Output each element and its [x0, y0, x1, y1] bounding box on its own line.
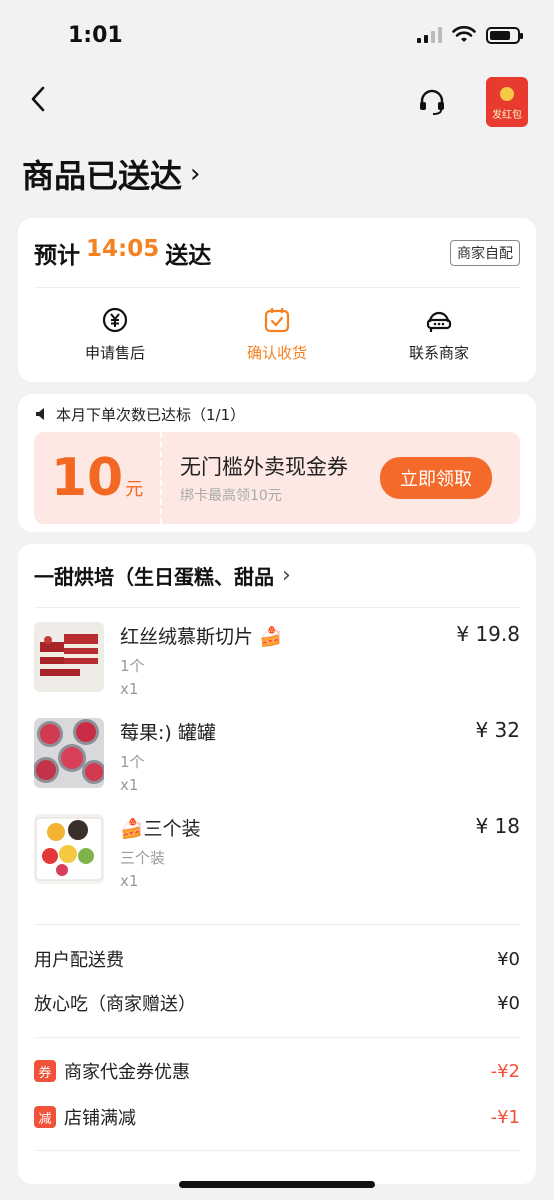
status-icons: [417, 26, 523, 44]
coupon-amount-block: 10 元: [34, 432, 162, 524]
delivery-type-tag: 商家自配: [450, 239, 520, 266]
item-name: 莓果:) 罐罐: [120, 722, 216, 744]
red-packet-button[interactable]: 发红包: [486, 77, 528, 127]
eta-suffix: 送达: [165, 242, 212, 269]
page-title-text: 商品已送达: [22, 157, 183, 195]
shop-name: 一甜烘培（生日蛋糕、甜品: [34, 565, 274, 589]
fee-label: 用户配送费: [34, 950, 124, 971]
reduction-badge-icon: 减: [34, 1106, 56, 1128]
calendar-check-icon: [263, 306, 291, 334]
contact-merchant-label: 联系商家: [408, 343, 469, 362]
eta-time: 14:05: [86, 235, 160, 262]
delivery-eta-row: 预计 14:05 送达 商家自配: [34, 218, 520, 288]
delivery-fee-row: 用户配送费 ¥0: [34, 937, 520, 981]
confirm-receipt-button[interactable]: 确认收货: [207, 306, 347, 363]
chevron-left-icon: [31, 86, 45, 112]
product-thumbnail: [34, 622, 104, 692]
coupon-subtitle: 绑卡最高领10元: [180, 488, 282, 504]
item-name: 🍰三个装: [120, 818, 201, 840]
fee-label: 放心吃（商家赠送）: [34, 994, 196, 1015]
battery-icon: [486, 26, 523, 44]
home-indicator: [179, 1181, 375, 1188]
order-card: 一甜烘培（生日蛋糕、甜品 › 红丝绒慕斯切片 🍰 1个 x1 ¥ 19.8 莓果…: [18, 544, 536, 1184]
item-info: 红丝绒慕斯切片 🍰 1个 x1: [120, 622, 456, 718]
page-title[interactable]: 商品已送达 ›: [0, 134, 554, 202]
red-packet-label: 发红包: [492, 110, 522, 121]
cash-coupon[interactable]: 10 元 无门槛外卖现金券 绑卡最高领10元 立即领取: [34, 432, 520, 524]
merchant-service-icon: [425, 306, 453, 334]
after-sales-button[interactable]: 申请售后: [45, 306, 185, 363]
status-bar: 1:01: [0, 0, 554, 70]
nav-bar: 发红包: [0, 70, 554, 134]
discount-rows: 券 商家代金券优惠 -¥2 减 店铺满减 -¥1: [34, 1038, 520, 1151]
promo-header: 本月下单次数已达标（1/1）: [34, 404, 520, 424]
coupon-unit: 元: [125, 479, 144, 500]
item-spec: 1个: [120, 753, 145, 771]
coupon-info-block: 无门槛外卖现金券 绑卡最高领10元 立即领取: [162, 432, 520, 524]
item-price: ¥ 19.8: [456, 622, 520, 646]
discount-value: -¥1: [490, 1106, 520, 1128]
item-qty: x1: [120, 872, 139, 890]
promo-header-text: 本月下单次数已达标（1/1）: [56, 405, 246, 424]
list-item[interactable]: 红丝绒慕斯切片 🍰 1个 x1 ¥ 19.8: [34, 622, 520, 718]
back-button[interactable]: [30, 86, 60, 118]
fee-value: ¥0: [497, 948, 520, 970]
contact-merchant-button[interactable]: 联系商家: [369, 306, 509, 363]
yen-refund-icon: [101, 306, 129, 334]
product-thumbnail: [34, 718, 104, 788]
speaker-icon: [36, 408, 44, 420]
status-time: 1:01: [68, 22, 123, 48]
insurance-row: 放心吃（商家赠送） ¥0: [34, 981, 520, 1025]
discount-label: 商家代金券优惠: [64, 1062, 190, 1083]
item-price: ¥ 32: [475, 718, 520, 742]
coupon-title: 无门槛外卖现金券: [180, 455, 348, 479]
item-list: 红丝绒慕斯切片 🍰 1个 x1 ¥ 19.8 莓果:) 罐罐 1个 x1 ¥ 3…: [34, 608, 520, 925]
order-actions: 申请售后 确认收货 联系商家: [34, 288, 520, 380]
product-thumbnail: [34, 814, 104, 884]
discount-label: 店铺满减: [64, 1108, 136, 1129]
coupon-amount: 10: [50, 448, 124, 508]
promo-card: 本月下单次数已达标（1/1） 10 元 无门槛外卖现金券 绑卡最高领10元 立即…: [18, 394, 536, 532]
fee-rows: 用户配送费 ¥0 放心吃（商家赠送） ¥0: [34, 925, 520, 1038]
fee-value: ¥0: [497, 992, 520, 1014]
discount-value: -¥2: [490, 1060, 520, 1082]
chevron-right-icon: ›: [190, 159, 201, 189]
coupon-text: 无门槛外卖现金券 绑卡最高领10元: [180, 451, 348, 505]
item-name: 红丝绒慕斯切片 🍰: [120, 626, 283, 648]
wifi-icon: [452, 26, 476, 42]
eta-text: 预计 14:05 送达: [34, 236, 211, 270]
item-spec: 三个装: [120, 849, 166, 867]
list-item[interactable]: 🍰三个装 三个装 x1 ¥ 18: [34, 814, 520, 910]
voucher-discount-row: 券 商家代金券优惠 -¥2: [34, 1048, 520, 1094]
voucher-badge-icon: 券: [34, 1060, 56, 1082]
signal-icon: [417, 27, 442, 43]
chevron-right-icon: ›: [282, 563, 291, 588]
item-info: 莓果:) 罐罐 1个 x1: [120, 718, 475, 814]
delivery-card: 预计 14:05 送达 商家自配 申请售后 确认收货 联系商家: [18, 218, 536, 382]
shop-reduction-row: 减 店铺满减 -¥1: [34, 1094, 520, 1140]
eta-prefix: 预计: [34, 242, 80, 269]
nav-right: 发红包: [418, 77, 528, 127]
item-spec: 1个: [120, 657, 145, 675]
discount-label-group: 券 商家代金券优惠: [34, 1058, 190, 1084]
shop-row[interactable]: 一甜烘培（生日蛋糕、甜品 ›: [34, 544, 520, 608]
item-qty: x1: [120, 680, 139, 698]
confirm-receipt-label: 确认收货: [246, 343, 307, 362]
list-item[interactable]: 莓果:) 罐罐 1个 x1 ¥ 32: [34, 718, 520, 814]
claim-coupon-button[interactable]: 立即领取: [380, 457, 492, 499]
customer-service-icon[interactable]: [418, 88, 446, 116]
item-qty: x1: [120, 776, 139, 794]
item-price: ¥ 18: [475, 814, 520, 838]
after-sales-label: 申请售后: [84, 343, 145, 362]
discount-label-group: 减 店铺满减: [34, 1104, 136, 1130]
item-info: 🍰三个装 三个装 x1: [120, 814, 475, 910]
